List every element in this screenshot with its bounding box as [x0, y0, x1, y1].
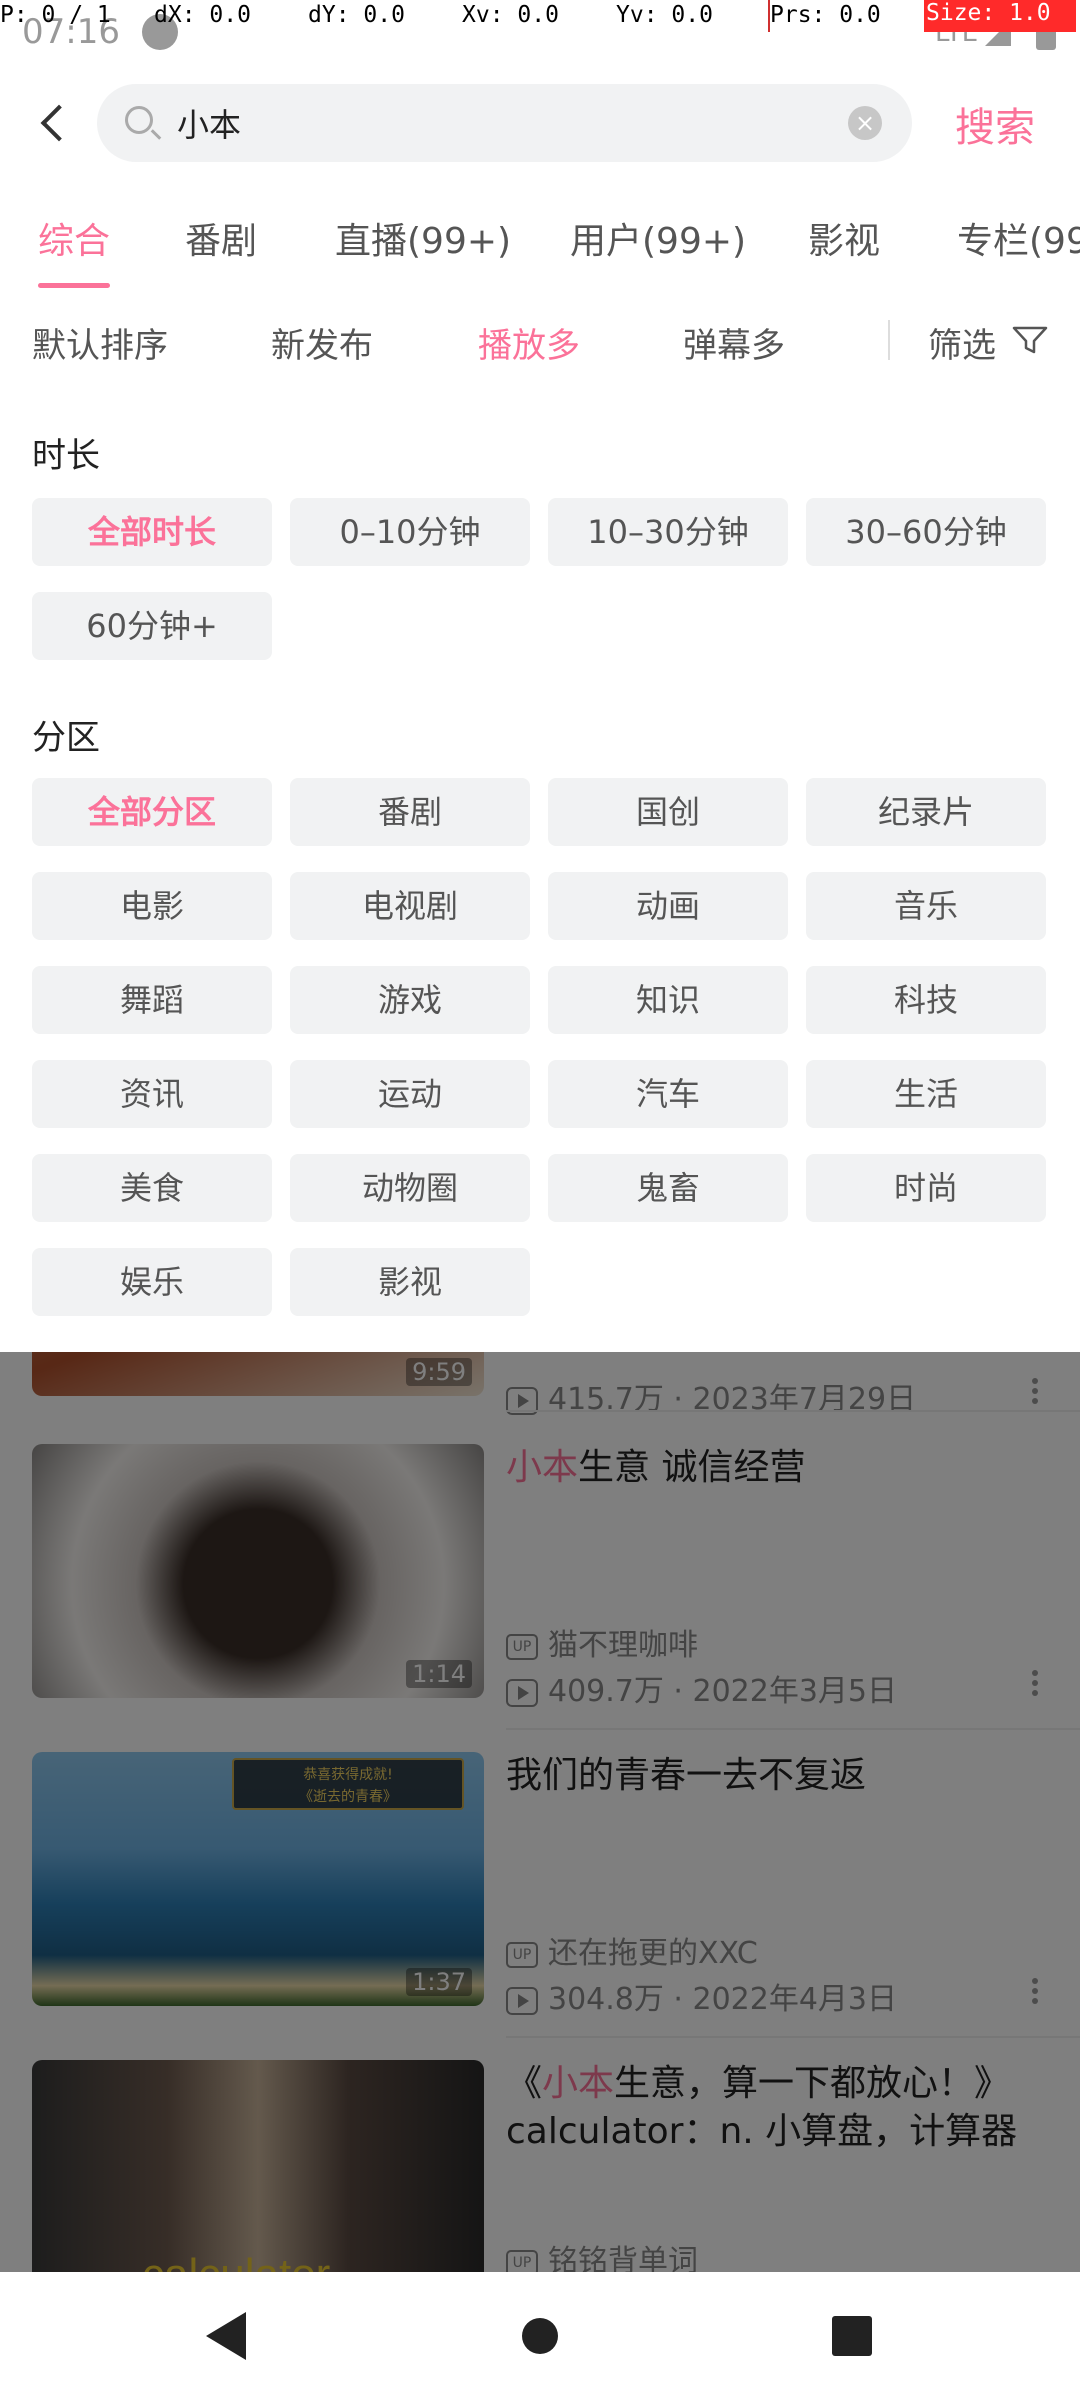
- nav-recents-icon[interactable]: [832, 2316, 872, 2356]
- duration-chip-30-60[interactable]: 30–60分钟: [806, 498, 1046, 566]
- back-icon[interactable]: [30, 100, 80, 150]
- debug-dy: dY: 0.0: [308, 2, 405, 28]
- debug-yv: Yv: 0.0: [616, 2, 713, 28]
- search-input[interactable]: [177, 84, 817, 162]
- result-type-tabs: 综合 番剧 直播(99+) 用户(99+) 影视 专栏(99: [0, 200, 1080, 290]
- partition-chip[interactable]: 国创: [548, 778, 788, 846]
- video-result-list: 9:59 415.7万 · 2023年7月29日 1:14 小本生意 诚信经营 …: [0, 1352, 1080, 2272]
- active-tab-indicator: [38, 283, 110, 288]
- debug-dx: dX: 0.0: [154, 2, 251, 28]
- duration-chip-60plus[interactable]: 60分钟+: [32, 592, 272, 660]
- tab-articles[interactable]: 专栏(99: [957, 212, 1080, 264]
- partition-chip[interactable]: 音乐: [806, 872, 1046, 940]
- tab-all[interactable]: 综合: [38, 212, 110, 264]
- debug-prs: Prs: 0.0: [770, 2, 881, 28]
- partition-chip[interactable]: 资讯: [32, 1060, 272, 1128]
- partition-chip[interactable]: 游戏: [290, 966, 530, 1034]
- pointer-debug-overlay: P: 0 / 1 dX: 0.0 dY: 0.0 Xv: 0.0 Yv: 0.0…: [0, 0, 1080, 34]
- search-button[interactable]: 搜索: [955, 95, 1035, 153]
- debug-pointer: P: 0 / 1: [0, 2, 111, 28]
- duration-chip-10-30[interactable]: 10–30分钟: [548, 498, 788, 566]
- tab-users[interactable]: 用户(99+): [570, 212, 746, 264]
- partition-chip[interactable]: 舞蹈: [32, 966, 272, 1034]
- partition-section-title: 分区: [32, 718, 100, 758]
- partition-chip[interactable]: 娱乐: [32, 1248, 272, 1316]
- nav-home-icon[interactable]: [522, 2318, 558, 2354]
- partition-chip[interactable]: 番剧: [290, 778, 530, 846]
- debug-xv: Xv: 0.0: [462, 2, 559, 28]
- tab-bangumi[interactable]: 番剧: [185, 212, 257, 264]
- clear-icon[interactable]: ×: [848, 106, 882, 140]
- search-icon: [125, 106, 153, 134]
- partition-chip[interactable]: 电视剧: [290, 872, 530, 940]
- partition-chip[interactable]: 生活: [806, 1060, 1046, 1128]
- search-box[interactable]: ×: [97, 84, 912, 162]
- search-results-page: P: 0 / 1 dX: 0.0 dY: 0.0 Xv: 0.0 Yv: 0.0…: [0, 0, 1080, 2400]
- partition-chip[interactable]: 鬼畜: [548, 1154, 788, 1222]
- duration-chip-0-10[interactable]: 0–10分钟: [290, 498, 530, 566]
- partition-chip[interactable]: 纪录片: [806, 778, 1046, 846]
- sort-newest[interactable]: 新发布: [271, 318, 373, 367]
- partition-chip[interactable]: 汽车: [548, 1060, 788, 1128]
- sort-most-danmaku[interactable]: 弹幕多: [683, 318, 785, 367]
- sort-most-played[interactable]: 播放多: [478, 318, 580, 367]
- filter-button[interactable]: 筛选: [928, 318, 1048, 367]
- sort-default[interactable]: 默认排序: [32, 318, 168, 367]
- dim-overlay[interactable]: [0, 1352, 1080, 2272]
- tab-film-tv[interactable]: 影视: [808, 212, 880, 264]
- partition-chip[interactable]: 电影: [32, 872, 272, 940]
- nav-back-icon[interactable]: [206, 2312, 246, 2360]
- filter-label: 筛选: [928, 326, 996, 366]
- partition-chip[interactable]: 科技: [806, 966, 1046, 1034]
- partition-chip[interactable]: 美食: [32, 1154, 272, 1222]
- funnel-icon: [1012, 326, 1048, 354]
- filter-panel: 时长 全部时长 0–10分钟 10–30分钟 30–60分钟 60分钟+ 分区 …: [0, 370, 1080, 1352]
- tab-live[interactable]: 直播(99+): [335, 212, 511, 264]
- system-nav-bar: [0, 2272, 1080, 2400]
- sort-bar: 默认排序 新发布 播放多 弹幕多 筛选: [0, 310, 1080, 370]
- partition-chip[interactable]: 动画: [548, 872, 788, 940]
- debug-size: Size: 1.0: [924, 0, 1076, 32]
- partition-chip[interactable]: 全部分区: [32, 778, 272, 846]
- partition-chip[interactable]: 影视: [290, 1248, 530, 1316]
- sort-divider: [888, 320, 890, 360]
- search-header: × 搜索: [0, 70, 1080, 180]
- partition-chip[interactable]: 时尚: [806, 1154, 1046, 1222]
- duration-section-title: 时长: [32, 436, 100, 476]
- duration-chip-all[interactable]: 全部时长: [32, 498, 272, 566]
- partition-chip[interactable]: 知识: [548, 966, 788, 1034]
- partition-chip[interactable]: 运动: [290, 1060, 530, 1128]
- partition-chip[interactable]: 动物圈: [290, 1154, 530, 1222]
